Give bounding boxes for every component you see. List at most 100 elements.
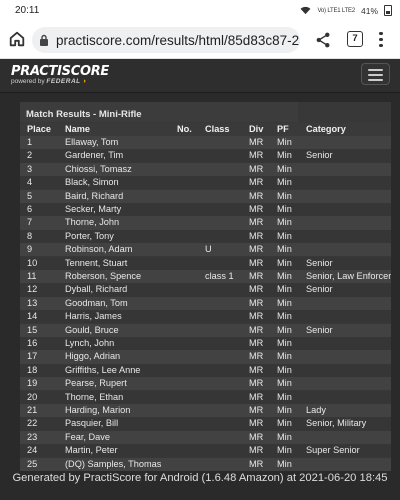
cell-power-factor: Min <box>277 244 292 255</box>
cell-place: 8 <box>27 230 33 241</box>
cell-power-factor: Min <box>277 351 292 362</box>
table-row: 13 Goodman, Tom MR Min <box>20 296 391 311</box>
column-header-place: Place <box>27 123 52 134</box>
cell-place: 5 <box>27 190 33 201</box>
cell-division: MR <box>249 203 264 214</box>
cell-power-factor: Min <box>277 431 292 442</box>
cell-place: 21 <box>27 404 38 415</box>
cell-name: Robinson, Adam <box>65 244 133 255</box>
table-row: 3 Chiossi, Tomasz MR Min <box>20 162 391 177</box>
table-row: 18 Griffiths, Lee Anne MR Min <box>20 363 391 378</box>
browser-menu-icon[interactable] <box>378 30 384 50</box>
cell-name: Harris, James <box>65 311 122 322</box>
column-header-category: Category <box>306 123 346 134</box>
logo-text: PRACTISCORE <box>11 64 109 79</box>
logo-tagline: powered by FEDERAL ◗ <box>11 78 109 85</box>
cell-power-factor: Min <box>277 364 292 375</box>
cell-power-factor: Min <box>277 418 292 429</box>
cell-name: Gould, Bruce <box>65 324 119 335</box>
cell-category: Lady <box>306 404 326 415</box>
cell-division: MR <box>249 270 264 281</box>
cell-place: 20 <box>27 391 38 402</box>
table-row: 10 Tennent, Stuart MR Min Senior <box>20 256 391 270</box>
cell-division: MR <box>249 190 264 201</box>
cell-place: 16 <box>27 337 38 348</box>
cell-place: 12 <box>27 284 38 295</box>
cell-category: Senior <box>306 257 333 268</box>
cell-place: 18 <box>27 364 38 375</box>
cell-power-factor: Min <box>277 458 292 469</box>
cell-name: Baird, Richard <box>65 190 124 201</box>
cell-power-factor: Min <box>277 177 292 188</box>
table-row: 9 Robinson, Adam U MR Min <box>20 243 391 257</box>
address-bar[interactable]: practiscore.com/results/html/85d83c87-2a… <box>32 27 300 53</box>
status-indicators: Vo) LTE1 LTE2 41% <box>300 5 392 16</box>
cell-division: MR <box>249 391 264 402</box>
cell-name: Porter, Tony <box>65 230 114 241</box>
cell-name: Goodman, Tom <box>65 297 128 308</box>
share-icon[interactable] <box>315 31 332 49</box>
cell-name: Black, Simon <box>65 177 119 188</box>
cell-power-factor: Min <box>277 203 292 214</box>
cell-division: MR <box>249 244 264 255</box>
cell-category: Super Senior <box>306 445 360 456</box>
table-row: 6 Secker, Marty MR Min <box>20 202 391 217</box>
cell-name: Dyball, Richard <box>65 284 128 295</box>
cell-class: U <box>205 244 212 255</box>
cell-power-factor: Min <box>277 217 292 228</box>
network-indicator: Vo) LTE1 LTE2 <box>317 7 355 14</box>
cell-place: 4 <box>27 177 33 188</box>
results-title: Match Results - Mini-Rifle <box>20 102 298 122</box>
cell-division: MR <box>249 445 264 456</box>
cell-place: 7 <box>27 217 33 228</box>
cell-power-factor: Min <box>277 163 292 174</box>
cell-power-factor: Min <box>277 391 292 402</box>
table-header: Place Name No. Class Div PF Category <box>20 122 391 136</box>
hamburger-menu-button[interactable] <box>361 63 390 85</box>
cell-power-factor: Min <box>277 324 292 335</box>
cell-power-factor: Min <box>277 337 292 348</box>
table-row: 22 Pasquier, Bill MR Min Senior, Military <box>20 417 391 431</box>
practiscore-logo[interactable]: PRACTISCORE powered by FEDERAL ◗ <box>11 64 109 85</box>
home-icon[interactable] <box>8 30 26 48</box>
cell-division: MR <box>249 431 264 442</box>
page-content: PRACTISCORE powered by FEDERAL ◗ Match R… <box>0 59 400 500</box>
cell-place: 23 <box>27 431 38 442</box>
lock-icon <box>40 34 48 46</box>
cell-name: Pearse, Rupert <box>65 378 127 389</box>
cell-place: 15 <box>27 324 38 335</box>
cell-division: MR <box>249 177 264 188</box>
cell-division: MR <box>249 297 264 308</box>
cell-power-factor: Min <box>277 378 292 389</box>
cell-division: MR <box>249 257 264 268</box>
table-row: 8 Porter, Tony MR Min <box>20 229 391 244</box>
cell-power-factor: Min <box>277 257 292 268</box>
cell-name: (DQ) Samples, Thomas <box>65 458 162 469</box>
cell-division: MR <box>249 217 264 228</box>
cell-place: 24 <box>27 445 38 456</box>
table-row: 11 Roberson, Spence class 1 MR Min Senior, La… <box>20 269 391 284</box>
cell-place: 11 <box>27 270 37 281</box>
table-row: 14 Harris, James MR Min <box>20 310 391 324</box>
cell-power-factor: Min <box>277 445 292 456</box>
cell-power-factor: Min <box>277 297 292 308</box>
tab-switcher-button[interactable]: 7 <box>347 31 363 47</box>
cell-name: Pasquier, Bill <box>65 418 119 429</box>
url-text[interactable]: practiscore.com/results/html/85d83c87-2a… <box>56 33 300 48</box>
cell-name: Harding, Marion <box>65 404 131 415</box>
cell-place: 17 <box>27 351 38 362</box>
cell-division: MR <box>249 230 264 241</box>
cell-place: 1 <box>27 136 33 147</box>
cell-name: Chiossi, Tomasz <box>65 163 132 174</box>
cell-division: MR <box>249 351 264 362</box>
cell-place: 14 <box>27 311 38 322</box>
table-row: 15 Gould, Bruce MR Min Senior <box>20 323 391 337</box>
cell-division: MR <box>249 136 264 147</box>
results-table: Match Results - Mini-Rifle Place Name No. C… <box>20 102 391 472</box>
cell-power-factor: Min <box>277 150 292 161</box>
cell-place: 25 <box>27 458 38 469</box>
cell-division: MR <box>249 324 264 335</box>
cell-power-factor: Min <box>277 190 292 201</box>
results-footer: Generated by PractiScore for Android (1.… <box>0 471 400 500</box>
browser-toolbar: practiscore.com/results/html/85d83c87-2a… <box>0 22 400 59</box>
